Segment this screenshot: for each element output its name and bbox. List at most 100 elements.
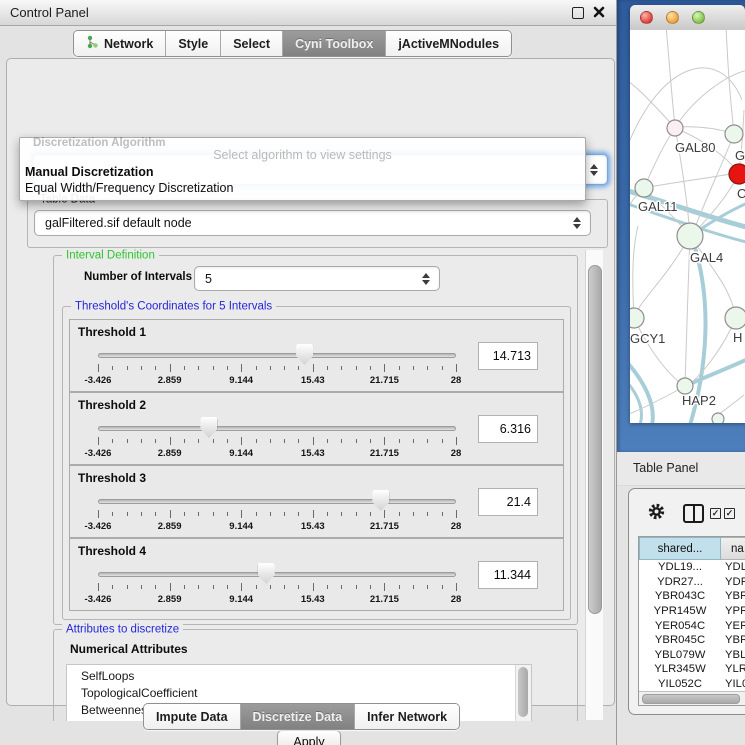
node-label-ga: GA	[735, 148, 745, 163]
tab-label: Impute Data	[156, 710, 228, 724]
zoom-traffic-light-icon[interactable]	[692, 11, 705, 24]
table-row[interactable]: YIL052CYIL05	[639, 677, 745, 692]
number-of-intervals-combobox[interactable]: 5	[194, 266, 440, 291]
node-gcy1[interactable]	[630, 308, 644, 328]
threshold-value-field[interactable]: 21.4	[478, 488, 538, 516]
dropdown-prompt-item[interactable]: Select algorithm to view settings	[20, 148, 585, 162]
float-window-icon[interactable]	[572, 7, 584, 19]
table-row[interactable]: YBR045CYBR04	[639, 633, 745, 648]
network-window: GAL80 GA C GAL11 GAL4 GCY1 H HAP2	[630, 5, 745, 423]
threshold-slider[interactable]: -3.4262.8599.14415.4321.71528	[98, 539, 456, 610]
threshold-value-field[interactable]: 14.713	[478, 342, 538, 370]
node-attribute-table: shared... na YDL19...YDL19YDR27...YDR27Y…	[638, 536, 745, 706]
list-scrollbar[interactable]	[515, 665, 531, 721]
tab-jactivemnodules[interactable]: jActiveMNodules	[386, 31, 511, 56]
tick-label: -3.426	[85, 375, 112, 386]
list-item[interactable]: TopologicalCoefficient	[67, 685, 515, 702]
dropdown-option-equal-width[interactable]: Equal Width/Frequency Discretization	[25, 181, 233, 195]
tab-style[interactable]: Style	[166, 31, 221, 56]
node-ga[interactable]	[725, 125, 743, 143]
slider-thumb[interactable]	[372, 490, 389, 511]
node-gal11[interactable]	[635, 179, 653, 197]
slider-track[interactable]	[98, 572, 456, 577]
settings-scrollbar[interactable]	[585, 250, 603, 720]
node-selected-red[interactable]	[729, 164, 745, 184]
gear-icon[interactable]	[647, 502, 666, 526]
list-item[interactable]: SelfLoops	[67, 668, 515, 685]
network-canvas[interactable]: GAL80 GA C GAL11 GAL4 GCY1 H HAP2	[630, 30, 745, 423]
tab-cyni-toolbox[interactable]: Cyni Toolbox	[283, 31, 386, 56]
threshold-slider[interactable]: -3.4262.8599.14415.4321.71528	[98, 466, 456, 537]
cyni-toolbox-panel: Discretization Algorithm Select algorith…	[6, 58, 615, 706]
list-scrollbar-thumb[interactable]	[518, 667, 528, 717]
tick-label: 21.715	[370, 521, 399, 532]
table-row[interactable]: YER054CYER05	[639, 618, 745, 633]
tab-discretize-data[interactable]: Discretize Data	[241, 704, 356, 729]
tick-label: -3.426	[85, 448, 112, 459]
tick-label: 9.144	[229, 594, 253, 605]
slider-thumb[interactable]	[296, 344, 313, 365]
node-hap2[interactable]	[677, 378, 693, 394]
table-row[interactable]: YDR27...YDR27	[639, 575, 745, 590]
column-header-name[interactable]: na	[721, 537, 745, 560]
numerical-attributes-header: Numerical Attributes	[70, 642, 188, 656]
node-table-body: YDL19...YDL19YDR27...YDR27YBR043CYBR04YP…	[639, 560, 745, 691]
table-row[interactable]: YLR345WYLR34	[639, 662, 745, 677]
tick-label: 21.715	[370, 375, 399, 386]
close-traffic-light-icon[interactable]	[640, 11, 653, 24]
threshold-slider[interactable]: -3.4262.8599.14415.4321.71528	[98, 320, 456, 391]
top-tab-bar: Network Style Select Cyni Toolbox jActiv…	[73, 30, 512, 57]
split-view-icon[interactable]	[683, 504, 704, 523]
threshold-slider[interactable]: -3.4262.8599.14415.4321.71528	[98, 393, 456, 464]
slider-thumb[interactable]	[200, 417, 217, 438]
table-data-combobox[interactable]: galFiltered.sif default node	[34, 210, 591, 236]
threshold-value-field[interactable]: 6.316	[478, 415, 538, 443]
slider-track[interactable]	[98, 353, 456, 358]
node-label-gcy1: GCY1	[630, 331, 665, 346]
table-toolbar: ✓ ✓	[629, 489, 745, 535]
table-panel: ✓ ✓ shared... na YDL19...YDL19YDR27...YD…	[628, 488, 745, 715]
node-gal80[interactable]	[667, 120, 683, 136]
tick-label: 9.144	[229, 521, 253, 532]
checkbox-icon[interactable]: ✓	[710, 508, 721, 519]
tab-label: Cyni Toolbox	[295, 37, 373, 51]
tick-label: 21.715	[370, 448, 399, 459]
dropdown-option-manual[interactable]: Manual Discretization	[25, 165, 154, 179]
close-icon[interactable]	[591, 4, 607, 20]
table-row[interactable]: YDL19...YDL19	[639, 560, 745, 575]
minimize-traffic-light-icon[interactable]	[666, 11, 679, 24]
tick-label: 28	[451, 375, 462, 386]
table-row[interactable]: YBR043CYBR04	[639, 589, 745, 604]
slider-ticks	[98, 510, 456, 519]
table-panel-titlebar: Table Panel	[617, 452, 745, 486]
slider-ticks	[98, 583, 456, 592]
tab-select[interactable]: Select	[221, 31, 283, 56]
checkbox-icon[interactable]: ✓	[724, 508, 735, 519]
node-h[interactable]	[725, 307, 745, 329]
combo-arrows-icon	[422, 273, 430, 285]
apply-button[interactable]: Apply	[277, 730, 341, 745]
threshold-value-field[interactable]: 11.344	[478, 561, 538, 589]
column-header-shared-name[interactable]: shared...	[639, 537, 721, 560]
tick-label: 15.43	[301, 375, 325, 386]
slider-tick-labels: -3.4262.8599.14415.4321.71528	[98, 594, 456, 605]
node-gal4[interactable]	[677, 223, 703, 249]
tick-label: 15.43	[301, 521, 325, 532]
slider-thumb[interactable]	[258, 563, 275, 584]
settings-scrollbar-thumb[interactable]	[588, 265, 602, 614]
tab-label: Network	[104, 37, 153, 51]
table-horizontal-scrollbar[interactable]	[639, 691, 745, 705]
tick-label: 15.43	[301, 448, 325, 459]
table-row[interactable]: YBL079WYBL07	[639, 648, 745, 663]
slider-track[interactable]	[98, 426, 456, 431]
table-row[interactable]: YPR145WYPR14	[639, 604, 745, 619]
table-panel-title: Table Panel	[633, 461, 698, 475]
tab-infer-network[interactable]: Infer Network	[355, 704, 459, 729]
threshold-4-panel: Threshold 4 -3.4262.8599.14415.4321.7152…	[69, 538, 564, 611]
tab-network[interactable]: Network	[74, 31, 166, 56]
tab-impute-data[interactable]: Impute Data	[144, 704, 241, 729]
slider-track[interactable]	[98, 499, 456, 504]
tab-label: jActiveMNodules	[398, 37, 499, 51]
node-partial[interactable]	[712, 413, 724, 423]
table-hscrollbar-thumb[interactable]	[642, 694, 740, 704]
